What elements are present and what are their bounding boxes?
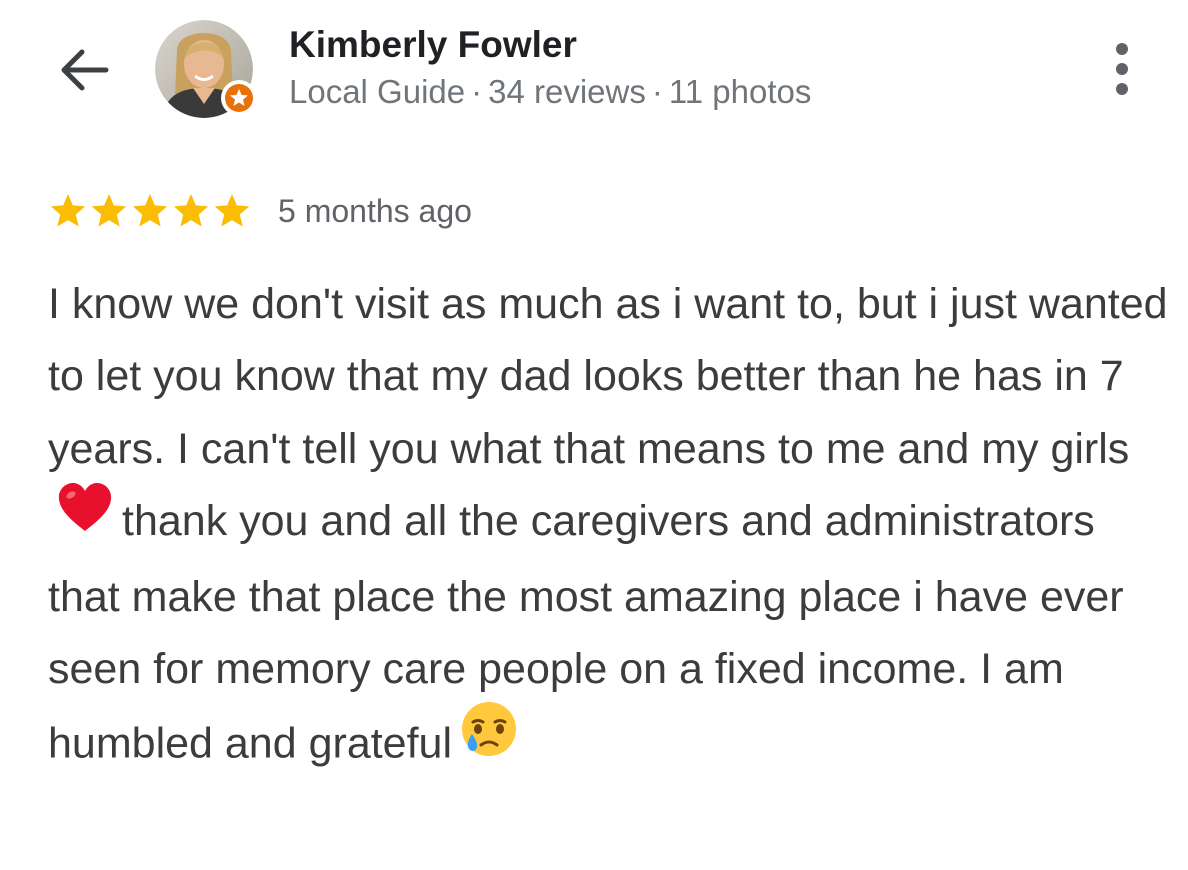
star-icon (173, 194, 209, 227)
star-icon (91, 194, 127, 227)
photos-count: 11 photos (668, 73, 812, 110)
reviewer-meta: Local Guide · 34 reviews · 11 photos (289, 70, 811, 114)
arrow-back-icon (61, 49, 109, 91)
separator: · (651, 73, 663, 110)
reviews-count: 34 reviews (488, 73, 646, 110)
star-icon (132, 194, 168, 227)
review-text-part-1: I know we don't visit as much as i want … (48, 280, 1168, 473)
reviewer-name[interactable]: Kimberly Fowler (289, 22, 811, 68)
reviewer-badge-label: Local Guide (289, 73, 466, 110)
star-rating (48, 191, 252, 231)
review-text: I know we don't visit as much as i want … (48, 268, 1168, 786)
star-icon (214, 194, 250, 227)
more-options-button[interactable] (1096, 36, 1148, 102)
reviewer-info: Kimberly Fowler Local Guide · 34 reviews · 1… (289, 22, 811, 114)
more-vert-icon (1116, 43, 1128, 95)
review-text-part-2: thank you and all the caregivers and adm… (48, 497, 1124, 768)
separator: · (471, 73, 483, 110)
star-icon (50, 194, 86, 227)
face-holding-back-tears-emoji (460, 700, 518, 780)
rating-row: 5 months ago (48, 186, 472, 236)
local-guide-badge-icon (221, 80, 257, 116)
avatar[interactable] (155, 20, 257, 118)
review-date: 5 months ago (278, 192, 472, 229)
red-heart-emoji (56, 481, 114, 555)
back-button[interactable] (48, 40, 120, 100)
